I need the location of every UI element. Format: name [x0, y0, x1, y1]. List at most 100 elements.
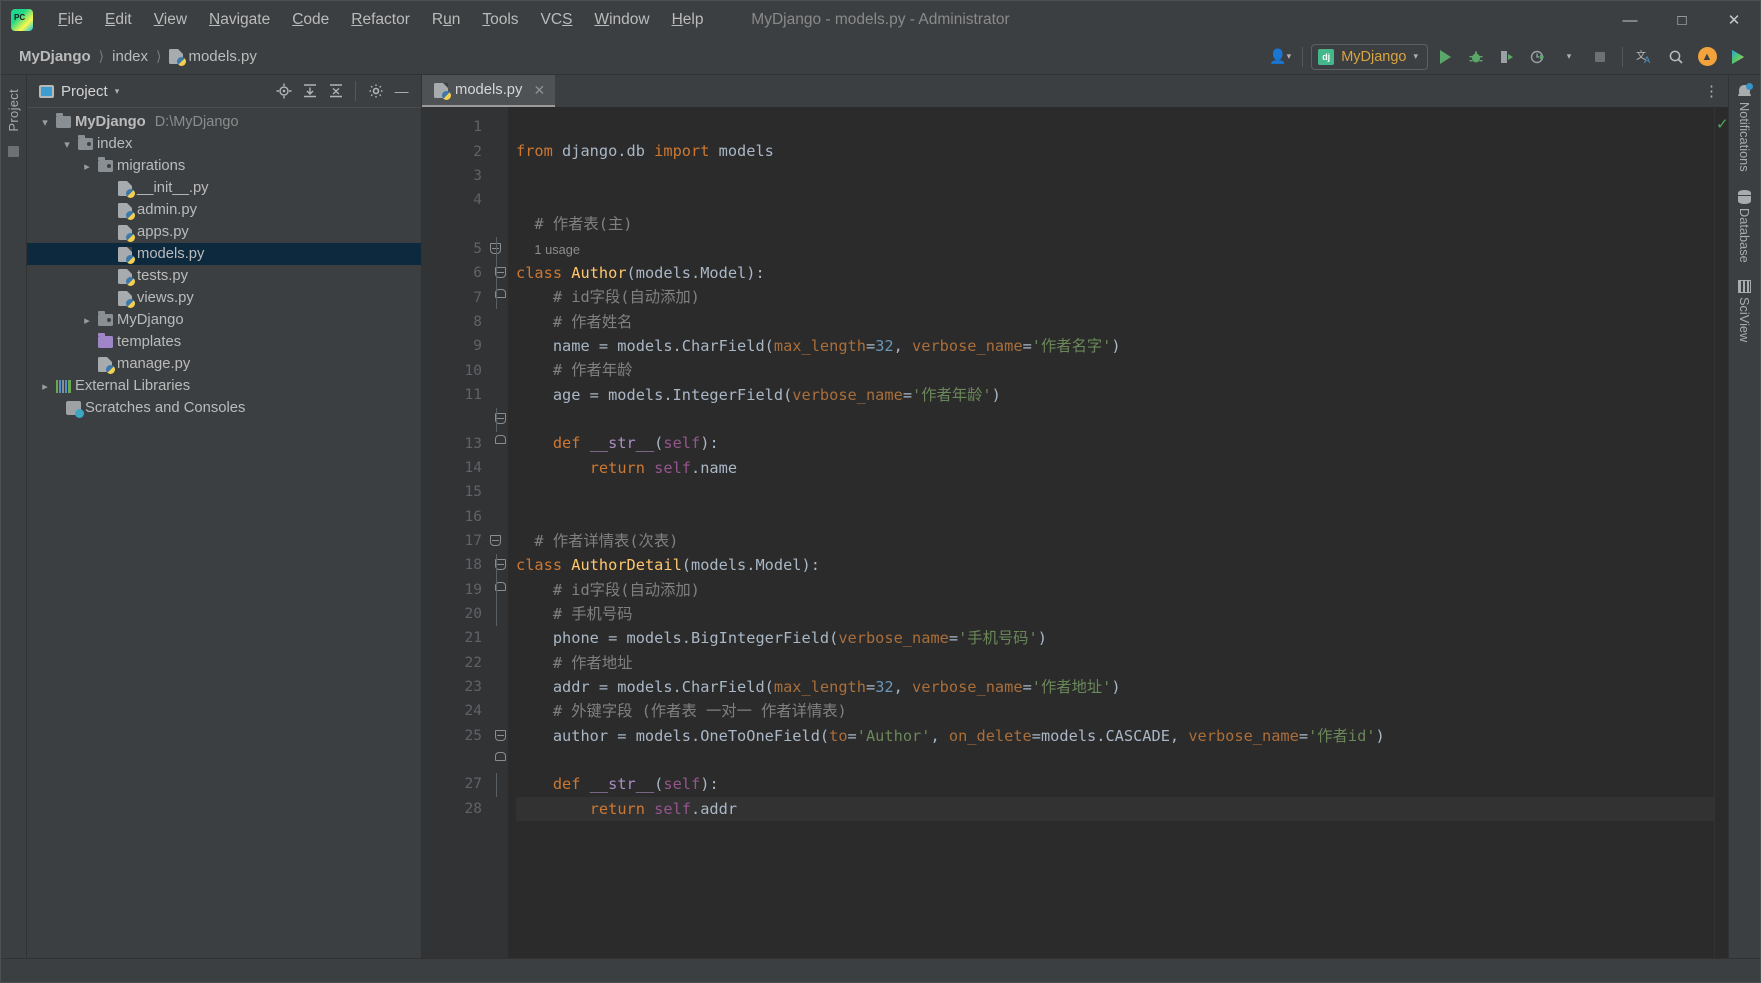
inspection-ok-icon[interactable]: ✓ — [1716, 115, 1728, 133]
tool-window-button-sciview[interactable]: SciView — [1737, 280, 1752, 343]
run-configuration-selector[interactable]: dj MyDjango ▾ — [1311, 43, 1428, 70]
locate-icon[interactable] — [272, 80, 295, 102]
maximize-button[interactable]: □ — [1656, 1, 1708, 39]
breadcrumb-item-project[interactable]: MyDjango — [15, 46, 95, 67]
collapse-all-icon[interactable] — [324, 80, 347, 102]
code-line-27[interactable]: return self.addr — [516, 796, 1714, 821]
breadcrumb-item-index[interactable]: index — [108, 46, 152, 67]
chevron-right-icon[interactable]: ▸ — [79, 160, 95, 173]
code-line-7[interactable]: # 作者姓名 — [516, 310, 1714, 334]
menu-file[interactable]: File — [47, 8, 94, 32]
code-line-6[interactable]: # id字段(自动添加) — [516, 285, 1714, 309]
tree-row[interactable]: apps.py — [27, 221, 421, 243]
menu-run[interactable]: Run — [421, 8, 471, 32]
inspection-stripe[interactable]: ✓ — [1714, 107, 1728, 958]
code-line-25[interactable] — [516, 748, 1714, 772]
menu-navigate[interactable]: Navigate — [198, 8, 281, 32]
line-number-gutter[interactable]: 1 2 3 4 5 6 7 8 9 10 11 13 14 15 16 17 1… — [422, 107, 510, 958]
fold-end-icon[interactable] — [495, 581, 506, 591]
code-line-18[interactable]: # id字段(自动添加) — [516, 578, 1714, 602]
tool-window-button-project[interactable]: Project — [6, 83, 21, 138]
code-line-19[interactable]: # 手机号码 — [516, 602, 1714, 626]
folding-gutter[interactable] — [486, 107, 508, 958]
code-line-24[interactable]: author = models.OneToOneField(to='Author… — [516, 724, 1714, 748]
menu-vcs[interactable]: VCS — [530, 8, 584, 32]
code-line-28[interactable] — [516, 821, 1714, 845]
code-line-11[interactable] — [516, 407, 1714, 431]
menu-view[interactable]: View — [143, 8, 198, 32]
hide-panel-icon[interactable]: — — [390, 80, 413, 102]
code-line-21[interactable]: # 作者地址 — [516, 651, 1714, 675]
chevron-down-icon[interactable]: ▾ — [1555, 44, 1583, 70]
tree-row[interactable]: ▸ MyDjango — [27, 309, 421, 331]
tool-window-button-database[interactable]: Database — [1737, 189, 1752, 262]
menu-help[interactable]: Help — [661, 8, 715, 32]
chevron-right-icon[interactable]: ▸ — [79, 314, 95, 327]
fold-class-authordetail-icon[interactable] — [490, 534, 501, 546]
tree-row[interactable]: templates — [27, 331, 421, 353]
code-line-14[interactable] — [516, 480, 1714, 504]
tree-row[interactable]: views.py — [27, 287, 421, 309]
code-line-16[interactable]: # 作者详情表(次表) — [516, 529, 1714, 553]
more-options-icon[interactable]: ⋮ — [1704, 82, 1720, 100]
code-line-17[interactable]: class AuthorDetail(models.Model): — [516, 553, 1714, 577]
tree-row[interactable]: manage.py — [27, 353, 421, 375]
menu-edit[interactable]: Edit — [94, 8, 143, 32]
breadcrumb-item-file[interactable]: models.py — [165, 46, 260, 67]
code-line-22[interactable]: addr = models.CharField(max_length=32, v… — [516, 675, 1714, 699]
menu-refactor[interactable]: Refactor — [340, 8, 421, 32]
code-line-12[interactable]: def __str__(self): — [516, 431, 1714, 455]
update-icon[interactable]: ▲ — [1693, 44, 1721, 70]
gear-icon[interactable] — [364, 80, 387, 102]
project-tree[interactable]: ▾ MyDjango D:\MyDjango ▾ index ▸ migrati… — [27, 107, 421, 958]
code-line-2[interactable] — [516, 164, 1714, 188]
code-line-4[interactable]: # 作者表(主) — [516, 212, 1714, 236]
ide-features-trainer-icon[interactable] — [1724, 44, 1752, 70]
fold-method-str-icon[interactable] — [495, 729, 506, 741]
tree-row[interactable]: Scratches and Consoles — [27, 397, 421, 419]
code-line-5[interactable]: class Author(models.Model): — [516, 261, 1714, 285]
menu-tools[interactable]: Tools — [471, 8, 529, 32]
tree-row[interactable]: admin.py — [27, 199, 421, 221]
code-line-15[interactable] — [516, 505, 1714, 529]
code-line-3[interactable] — [516, 188, 1714, 212]
minimize-button[interactable]: — — [1604, 1, 1656, 39]
tree-row-selected[interactable]: models.py — [27, 243, 421, 265]
run-with-coverage-icon[interactable] — [1493, 44, 1521, 70]
search-everywhere-icon[interactable] — [1662, 44, 1690, 70]
chevron-down-icon[interactable]: ▾ — [37, 116, 53, 129]
tree-row[interactable]: ▸ External Libraries — [27, 375, 421, 397]
tree-row[interactable]: ▸ migrations — [27, 155, 421, 177]
code-line-23[interactable]: # 外键字段 (作者表 一对一 作者详情表) — [516, 699, 1714, 723]
menu-code[interactable]: Code — [281, 8, 340, 32]
tree-row[interactable]: ▾ index — [27, 133, 421, 155]
chevron-down-icon[interactable]: ▾ — [115, 86, 120, 97]
source-code[interactable]: from django.db import models # 作者表(主) 1 … — [508, 107, 1714, 894]
fold-end-icon[interactable] — [495, 751, 506, 761]
tree-row[interactable]: ▾ MyDjango D:\MyDjango — [27, 111, 421, 133]
profile-icon[interactable] — [1524, 44, 1552, 70]
menu-window[interactable]: Window — [583, 8, 660, 32]
code-line-13[interactable]: return self.name — [516, 456, 1714, 480]
code-line-8[interactable]: name = models.CharField(max_length=32, v… — [516, 334, 1714, 358]
inlay-hint-usage[interactable]: 1 usage — [516, 237, 1714, 261]
tree-row[interactable]: __init__.py — [27, 177, 421, 199]
code-line-20[interactable]: phone = models.BigIntegerField(verbose_n… — [516, 626, 1714, 650]
tree-row[interactable]: tests.py — [27, 265, 421, 287]
close-button[interactable]: ✕ — [1708, 1, 1760, 39]
chevron-right-icon[interactable]: ▸ — [37, 380, 53, 393]
code-line-10[interactable]: age = models.IntegerField(verbose_name='… — [516, 383, 1714, 407]
code-text-area[interactable]: from django.db import models # 作者表(主) 1 … — [508, 107, 1714, 958]
fold-end-icon[interactable] — [495, 435, 506, 445]
chevron-down-icon[interactable]: ▾ — [59, 138, 75, 151]
debug-icon[interactable] — [1462, 44, 1490, 70]
fold-method-str-icon[interactable] — [495, 413, 506, 425]
code-line-9[interactable]: # 作者年龄 — [516, 358, 1714, 382]
expand-all-icon[interactable] — [298, 80, 321, 102]
translate-icon[interactable]: 文A — [1631, 44, 1659, 70]
structure-icon[interactable] — [8, 145, 19, 157]
fold-region-icon[interactable] — [495, 559, 506, 571]
code-line-26[interactable]: def __str__(self): — [516, 772, 1714, 796]
tab-models-py[interactable]: models.py ✕ — [422, 75, 556, 107]
fold-region-icon[interactable] — [495, 267, 506, 279]
